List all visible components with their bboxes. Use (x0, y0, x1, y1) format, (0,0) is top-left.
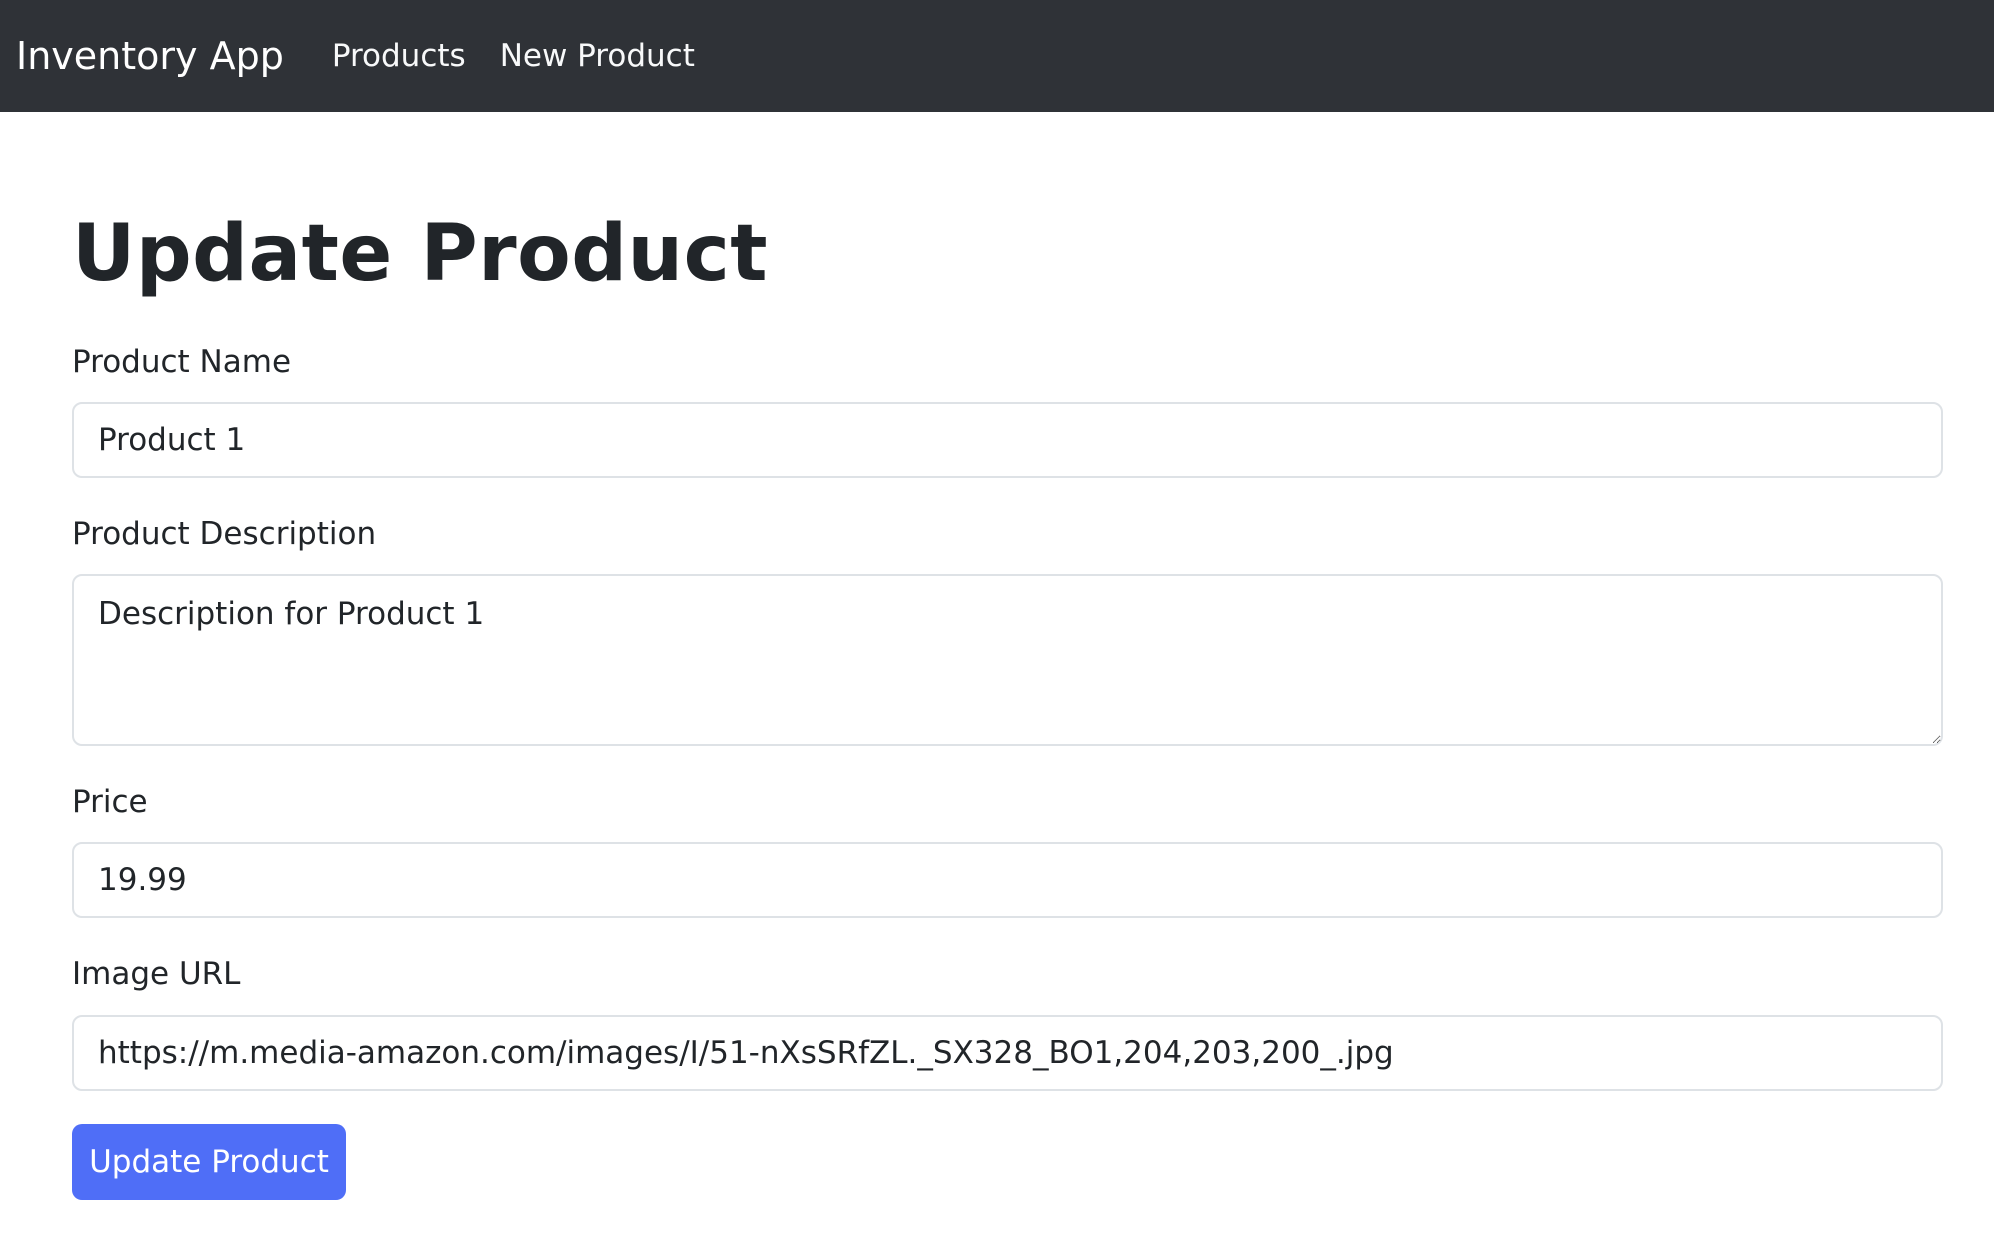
main-content: Update Product Product Name Product Desc… (0, 209, 1994, 1200)
product-name-group: Product Name (72, 344, 1944, 478)
nav-link-products[interactable]: Products (332, 38, 466, 74)
product-description-textarea[interactable]: Description for Product 1 (72, 574, 1943, 747)
brand-link[interactable]: Inventory App (16, 37, 284, 75)
top-navbar: Inventory App Products New Product (0, 0, 1994, 112)
nav-link-new-product[interactable]: New Product (500, 38, 695, 74)
product-name-label: Product Name (72, 343, 292, 380)
image-url-group: Image URL (72, 956, 1944, 1091)
image-url-input[interactable] (72, 1014, 1943, 1091)
page-title: Update Product (72, 209, 769, 299)
update-product-button[interactable]: Update Product (72, 1123, 346, 1200)
price-group: Price (72, 784, 1944, 919)
product-description-group: Product Description Description for Prod… (72, 515, 1944, 747)
product-name-input[interactable] (72, 401, 1943, 478)
image-url-label: Image URL (72, 956, 241, 993)
price-label: Price (72, 784, 148, 821)
product-description-label: Product Description (72, 515, 377, 552)
price-input[interactable] (72, 842, 1943, 919)
update-product-form: Product Name Product Description Descrip… (72, 344, 1944, 1200)
